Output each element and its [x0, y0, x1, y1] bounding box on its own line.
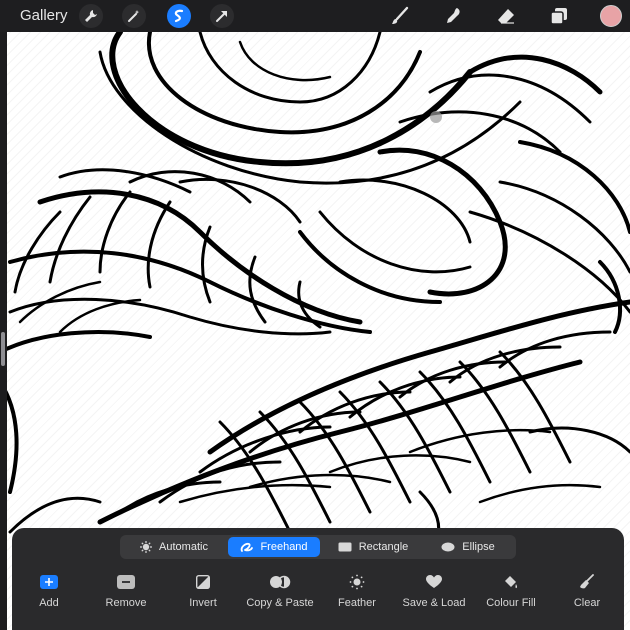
add-label: Add [39, 597, 59, 609]
invert-label: Invert [189, 597, 217, 609]
selection-icon[interactable] [167, 4, 191, 28]
remove-button[interactable]: Remove [89, 572, 163, 618]
smudge-icon[interactable] [441, 4, 465, 28]
add-button[interactable]: Add [12, 572, 86, 618]
gallery-button[interactable]: Gallery [20, 7, 68, 24]
save-load-button[interactable]: Save & Load [397, 572, 471, 618]
mode-automatic-label: Automatic [159, 541, 208, 553]
mode-rectangle-label: Rectangle [358, 541, 409, 553]
brush-icon[interactable] [388, 4, 412, 28]
add-icon [40, 575, 58, 589]
selection-mode-bar: Automatic Freehand Rectangle Ellipse [120, 535, 516, 559]
colour-fill-button[interactable]: Colour Fill [474, 572, 548, 618]
ellipse-icon [441, 542, 455, 552]
current-color-swatch[interactable] [600, 5, 622, 27]
mode-freehand-label: Freehand [260, 541, 308, 553]
feather-button[interactable]: Feather [320, 572, 394, 618]
invert-button[interactable]: Invert [166, 572, 240, 618]
magic-wand-icon[interactable] [122, 4, 146, 28]
automatic-star-icon [140, 541, 153, 553]
sidebar-handle[interactable] [1, 332, 5, 366]
wrench-icon[interactable] [79, 4, 103, 28]
mode-rectangle[interactable]: Rectangle [326, 537, 420, 557]
copy-paste-icon [270, 575, 291, 589]
mode-automatic[interactable]: Automatic [126, 537, 222, 557]
copy-paste-label: Copy & Paste [246, 597, 314, 609]
colour-fill-icon [505, 576, 518, 589]
mode-ellipse[interactable]: Ellipse [426, 537, 510, 557]
mode-freehand[interactable]: Freehand [228, 537, 320, 557]
clear-icon [580, 574, 594, 589]
rectangle-icon [338, 542, 352, 552]
feather-label: Feather [338, 597, 376, 609]
mode-ellipse-label: Ellipse [462, 541, 495, 553]
selection-panel: Automatic Freehand Rectangle Ellipse Add… [12, 528, 624, 630]
layers-icon[interactable] [547, 4, 571, 28]
feather-icon [349, 574, 365, 590]
copy-paste-button[interactable]: Copy & Paste [243, 572, 317, 618]
save-load-label: Save & Load [402, 597, 466, 609]
clear-label: Clear [573, 597, 601, 609]
top-toolbar: Gallery [0, 0, 630, 32]
remove-icon [117, 575, 135, 589]
transform-arrow-icon[interactable] [210, 4, 234, 28]
invert-icon [196, 575, 210, 589]
remove-label: Remove [105, 597, 147, 609]
clear-button[interactable]: Clear [550, 572, 624, 618]
left-sidebar-rail [0, 32, 7, 630]
colour-fill-label: Colour Fill [486, 597, 536, 609]
freehand-icon [241, 542, 254, 552]
heart-icon [426, 575, 442, 588]
eraser-icon[interactable] [494, 4, 518, 28]
